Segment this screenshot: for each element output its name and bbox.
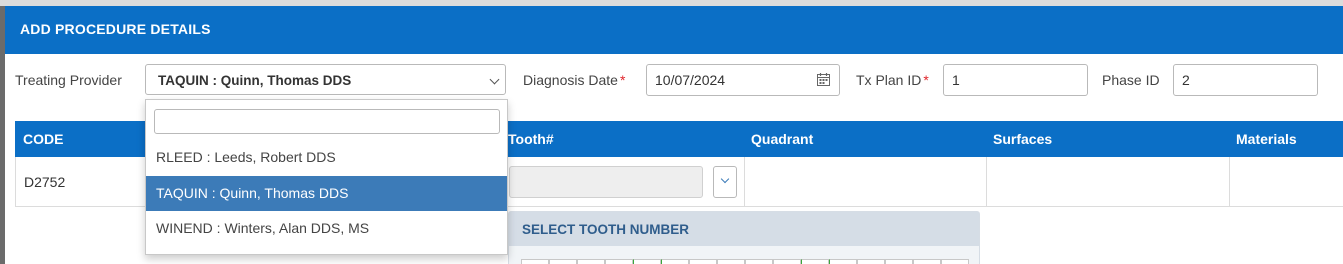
tx-plan-id-label: Tx Plan ID * — [856, 72, 929, 88]
tx-plan-id-input[interactable] — [944, 65, 1087, 95]
chevron-down-icon — [720, 174, 730, 184]
phase-id-field[interactable] — [1173, 64, 1318, 96]
column-header-quadrant: Quadrant — [751, 131, 814, 147]
tooth-cell[interactable] — [745, 259, 773, 264]
tooth-number-dropdown-button[interactable] — [713, 166, 737, 198]
procedure-code-cell: D2752 — [24, 174, 66, 190]
column-divider — [986, 157, 987, 207]
tooth-cell[interactable] — [549, 259, 577, 264]
tooth-cell[interactable] — [801, 259, 829, 264]
provider-search-input[interactable] — [154, 109, 500, 134]
column-header-tooth: Tooth# — [508, 131, 554, 147]
diagnosis-date-input[interactable] — [647, 65, 839, 95]
tooth-cell[interactable] — [717, 259, 745, 264]
tooth-cell[interactable] — [521, 259, 549, 264]
tooth-cell[interactable] — [661, 259, 689, 264]
tooth-cell[interactable] — [633, 259, 661, 264]
tooth-panel-header: SELECT TOOTH NUMBER — [509, 212, 979, 246]
phase-id-input[interactable] — [1174, 65, 1317, 95]
provider-option-rleed[interactable]: RLEED : Leeds, Robert DDS — [146, 140, 507, 175]
tooth-cell[interactable] — [913, 259, 941, 264]
tooth-cell[interactable] — [773, 259, 801, 264]
column-divider — [1229, 157, 1230, 207]
tooth-cell[interactable] — [577, 259, 605, 264]
tooth-number-input[interactable] — [509, 166, 703, 198]
column-header-materials: Materials — [1236, 131, 1297, 147]
tooth-grid — [521, 259, 971, 264]
treating-provider-select[interactable]: TAQUIN : Quinn, Thomas DDS — [145, 64, 506, 95]
phase-id-label: Phase ID — [1102, 72, 1160, 88]
column-header-surfaces: Surfaces — [993, 131, 1053, 147]
column-divider — [744, 157, 745, 207]
tooth-cell[interactable] — [689, 259, 717, 264]
select-tooth-number-panel: SELECT TOOTH NUMBER — [508, 211, 980, 264]
provider-dropdown-menu: RLEED : Leeds, Robert DDS TAQUIN : Quinn… — [145, 99, 508, 255]
chevron-down-icon — [489, 74, 500, 85]
tooth-cell[interactable] — [857, 259, 885, 264]
column-header-code: CODE — [23, 131, 64, 147]
tooth-cell[interactable] — [829, 259, 857, 264]
provider-option-taquin[interactable]: TAQUIN : Quinn, Thomas DDS — [146, 176, 507, 211]
modal-title: ADD PROCEDURE DETAILS — [20, 21, 211, 37]
modal-header: ADD PROCEDURE DETAILS — [5, 6, 1343, 54]
treating-provider-label: Treating Provider — [15, 72, 122, 88]
treating-provider-value: TAQUIN : Quinn, Thomas DDS — [158, 73, 352, 88]
tooth-cell[interactable] — [605, 259, 633, 264]
tooth-cell[interactable] — [941, 259, 969, 264]
calendar-icon[interactable] — [817, 73, 830, 89]
tooth-cell[interactable] — [885, 259, 913, 264]
provider-option-winend[interactable]: WINEND : Winters, Alan DDS, MS — [146, 211, 507, 246]
tx-plan-id-field[interactable] — [943, 64, 1088, 96]
diagnosis-date-field[interactable] — [646, 64, 840, 96]
diagnosis-date-label: Diagnosis Date * — [523, 72, 626, 88]
add-procedure-modal: ADD PROCEDURE DETAILS Treating Provider … — [5, 6, 1343, 264]
tooth-panel-title: SELECT TOOTH NUMBER — [522, 222, 690, 237]
